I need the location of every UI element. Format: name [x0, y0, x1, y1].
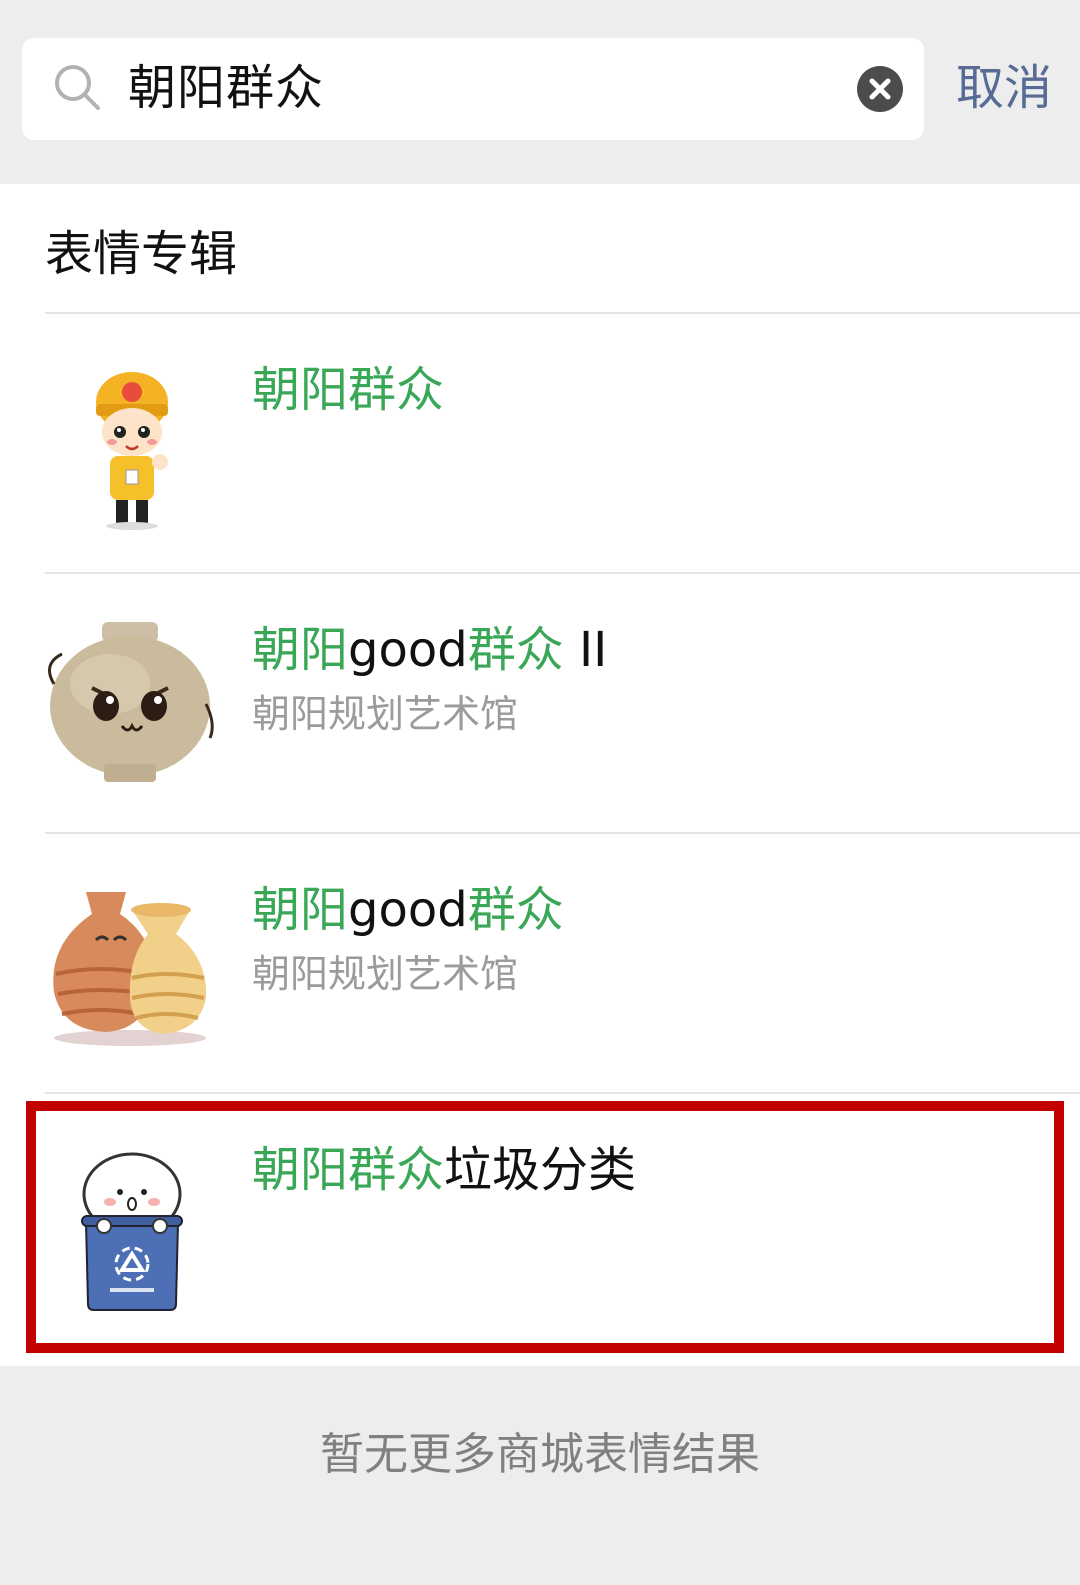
album-author: 朝阳规划艺术馆	[252, 952, 519, 996]
album-author: 朝阳规划艺术馆	[252, 692, 519, 736]
list-item[interactable]: 朝阳good群众 II 朝阳规划艺术馆	[0, 574, 1080, 834]
section-title: 表情专辑	[45, 226, 238, 282]
album-title: 朝阳good群众	[252, 878, 564, 942]
title-text: good	[348, 882, 468, 938]
sticker-thumbnail-boy	[96, 372, 168, 530]
list-item[interactable]: 朝阳群众	[0, 314, 1080, 574]
album-title: 朝阳群众	[252, 358, 444, 422]
title-highlight: 群众	[467, 882, 564, 938]
highlight-frame	[26, 1101, 1064, 1353]
search-results-page: 朝阳群众 取消 表情专辑 朝阳群众 朝阳good群众 II 朝阳规划艺术馆 朝阳…	[0, 0, 1080, 1585]
search-header: 朝阳群众 取消	[0, 0, 1080, 184]
title-suffix: II	[563, 622, 608, 678]
title-highlight: 群众	[467, 622, 564, 678]
title-highlight: 朝阳	[252, 882, 349, 938]
cancel-button[interactable]: 取消	[956, 56, 1052, 120]
search-query-text[interactable]: 朝阳群众	[128, 56, 324, 120]
sticker-thumbnail-pot	[48, 622, 214, 782]
close-icon	[869, 78, 891, 100]
sticker-album-results: 表情专辑 朝阳群众 朝阳good群众 II 朝阳规划艺术馆 朝阳good群众 朝…	[0, 184, 1080, 1366]
sticker-thumbnail-vases	[53, 892, 207, 1046]
title-text: good	[348, 622, 468, 678]
clear-search-button[interactable]	[857, 66, 903, 112]
list-item[interactable]: 朝阳good群众 朝阳规划艺术馆	[0, 834, 1080, 1094]
album-title: 朝阳good群众 II	[252, 618, 607, 682]
search-icon	[55, 65, 100, 110]
title-highlight: 朝阳	[252, 622, 349, 678]
no-more-results-note: 暂无更多商城表情结果	[320, 1429, 760, 1480]
title-highlight: 朝阳群众	[252, 362, 445, 418]
